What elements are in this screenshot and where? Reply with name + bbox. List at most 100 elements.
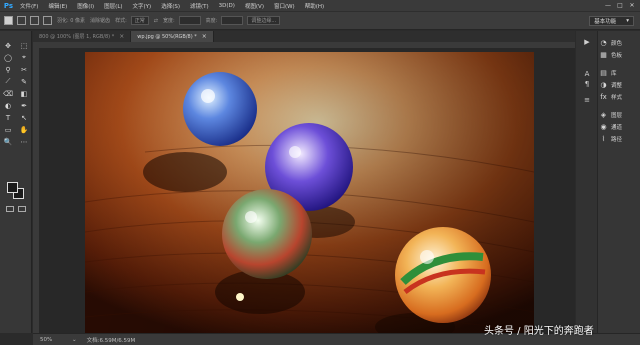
panel-label: 调整 <box>611 83 623 89</box>
close-icon[interactable]: × <box>119 33 124 40</box>
refine-edge-button[interactable]: 调整边缘... <box>247 16 281 25</box>
menu-type[interactable]: 文字(Y) <box>128 2 157 10</box>
swatches-icon: ▦ <box>600 51 607 59</box>
panel-label: 库 <box>611 71 617 77</box>
more-tools-icon[interactable]: ⋯ <box>16 137 32 146</box>
panel-styles[interactable]: fx 样式 <box>600 91 638 103</box>
menu-window[interactable]: 窗口(W) <box>269 2 300 10</box>
chevron-down-icon: ▾ <box>626 18 629 24</box>
panel-libraries[interactable]: ▤ 库 <box>600 67 638 79</box>
menu-3d[interactable]: 3D(D) <box>214 3 240 9</box>
menu-file[interactable]: 文件(F) <box>15 2 43 10</box>
foreground-color-swatch[interactable] <box>7 182 18 193</box>
new-selection-icon[interactable] <box>17 16 26 25</box>
eyedropper-tool-icon[interactable]: ⚲ <box>0 65 16 74</box>
styles-icon: fx <box>600 93 607 101</box>
tab-document-1[interactable]: 800 @ 100% (图层 1, RGB/8) * × <box>33 31 132 42</box>
photoshop-logo: Ps <box>3 1 14 10</box>
play-icon[interactable]: ▶ <box>576 37 598 47</box>
minimize-button[interactable]: — <box>602 0 614 11</box>
tab-document-2[interactable]: wp.jpg @ 50%(RGB/8) * × <box>131 31 214 42</box>
marbles-photo <box>85 52 534 333</box>
collapsed-panels: ▶ A ¶ ≡ <box>576 31 598 333</box>
menu-bar: Ps 文件(F) 编辑(E) 图像(I) 图层(L) 文字(Y) 选择(S) 滤… <box>0 0 640 11</box>
layers-icon: ◈ <box>600 111 607 119</box>
document-size: 文档:6.59M/6.59M <box>86 337 136 344</box>
style-label: 样式: <box>115 18 127 24</box>
status-arrow-icon[interactable]: ⌄ <box>72 337 77 343</box>
swap-icon[interactable]: ⇄ <box>154 18 158 24</box>
menu-filter[interactable]: 滤镜(T) <box>185 2 214 10</box>
panel-label: 路径 <box>611 137 623 143</box>
menu-image[interactable]: 图像(I) <box>72 2 99 10</box>
color-swatches[interactable] <box>5 180 29 200</box>
paragraph-icon[interactable]: ¶ <box>576 79 598 89</box>
channels-icon: ◉ <box>600 123 607 131</box>
dodge-tool-icon[interactable]: ◐ <box>0 101 16 110</box>
menu-layer[interactable]: 图层(L) <box>99 2 127 10</box>
character-icon[interactable]: A <box>576 69 598 79</box>
panel-label: 颜色 <box>611 41 623 47</box>
height-input[interactable] <box>221 16 244 25</box>
healing-tool-icon[interactable]: ⟋ <box>0 77 16 86</box>
screen-mode-icon[interactable] <box>18 206 26 212</box>
gradient-tool-icon[interactable]: ◧ <box>16 89 32 98</box>
workspace-label: 基本功能 <box>594 19 617 25</box>
hand-tool-icon[interactable]: ✋ <box>16 125 32 134</box>
quick-select-tool-icon[interactable]: ⌖ <box>16 53 32 62</box>
libraries-icon: ▤ <box>600 69 607 77</box>
panel-color[interactable]: ◔ 颜色 <box>600 37 638 49</box>
ruler-vertical <box>33 48 39 333</box>
panel-adjustments[interactable]: ◑ 调整 <box>600 79 638 91</box>
window-controls: — □ ✕ <box>602 0 638 11</box>
adjustments-icon: ◑ <box>600 81 607 89</box>
options-bar: 羽化: 0 像素 消除锯齿 样式: 正常 ⇄ 宽度: 高度: 调整边缘... 基… <box>0 11 640 30</box>
subtract-selection-icon[interactable] <box>43 16 52 25</box>
marquee-tool-icon[interactable]: ⬚ <box>16 41 32 50</box>
color-icon: ◔ <box>600 39 607 47</box>
panel-label: 色板 <box>611 53 623 59</box>
menu-select[interactable]: 选择(S) <box>156 2 185 10</box>
pen-tool-icon[interactable]: ✒ <box>16 101 32 110</box>
paths-icon: ⌇ <box>601 135 606 143</box>
panel-label: 图层 <box>611 113 623 119</box>
menu-help[interactable]: 帮助(H) <box>300 2 329 10</box>
feather-label[interactable]: 羽化: 0 像素 <box>57 17 85 24</box>
tab-label: wp.jpg @ 50%(RGB/8) * <box>137 33 197 40</box>
crop-tool-icon[interactable]: ✂ <box>16 65 32 74</box>
add-selection-icon[interactable] <box>30 16 39 25</box>
properties-icon[interactable]: ≡ <box>576 95 598 105</box>
panel-label: 样式 <box>611 95 623 101</box>
eraser-tool-icon[interactable]: ⌫ <box>0 89 16 98</box>
tool-grid: ✥ ⬚ ◯ ⌖ ⚲ ✂ ⟋ ✎ ⌫ ◧ ◐ ✒ T ↖ ▭ ✋ 🔍 ⋯ <box>0 31 31 146</box>
marquee-preset-icon[interactable] <box>4 16 13 25</box>
antialias-checkbox[interactable]: 消除锯齿 <box>90 17 110 24</box>
menu-edit[interactable]: 编辑(E) <box>43 2 72 10</box>
width-input[interactable] <box>178 16 201 25</box>
canvas-area[interactable] <box>33 42 575 333</box>
workspace-select[interactable]: 基本功能 ▾ <box>589 16 634 26</box>
panel-list: ◔ 颜色 ▦ 色板 ▤ 库 ◑ 调整 fx 样式 ◈ 图层 ◉ 通道 ⌇ 路径 <box>600 37 638 145</box>
panel-swatches[interactable]: ▦ 色板 <box>600 49 638 61</box>
panel-layers[interactable]: ◈ 图层 <box>600 109 638 121</box>
panel-paths[interactable]: ⌇ 路径 <box>600 133 638 145</box>
shape-tool-icon[interactable]: ▭ <box>0 125 16 134</box>
close-icon[interactable]: × <box>202 33 207 40</box>
close-button[interactable]: ✕ <box>626 0 638 11</box>
panel-channels[interactable]: ◉ 通道 <box>600 121 638 133</box>
zoom-level[interactable]: 50% <box>40 337 72 343</box>
lasso-tool-icon[interactable]: ◯ <box>0 53 16 62</box>
zoom-tool-icon[interactable]: 🔍 <box>0 137 16 146</box>
document-image[interactable] <box>85 52 534 333</box>
panel-label: 通道 <box>611 125 623 131</box>
brush-tool-icon[interactable]: ✎ <box>16 77 32 86</box>
menu-view[interactable]: 视图(V) <box>240 2 269 10</box>
type-tool-icon[interactable]: T <box>0 113 16 122</box>
quick-mask-icon[interactable] <box>6 206 14 212</box>
restore-button[interactable]: □ <box>614 0 626 11</box>
tools-panel: ✥ ⬚ ◯ ⌖ ⚲ ✂ ⟋ ✎ ⌫ ◧ ◐ ✒ T ↖ ▭ ✋ 🔍 ⋯ <box>0 31 32 333</box>
path-select-tool-icon[interactable]: ↖ <box>16 113 32 122</box>
move-tool-icon[interactable]: ✥ <box>0 41 16 50</box>
style-select[interactable]: 正常 <box>130 16 149 25</box>
width-label: 宽度: <box>162 18 175 24</box>
